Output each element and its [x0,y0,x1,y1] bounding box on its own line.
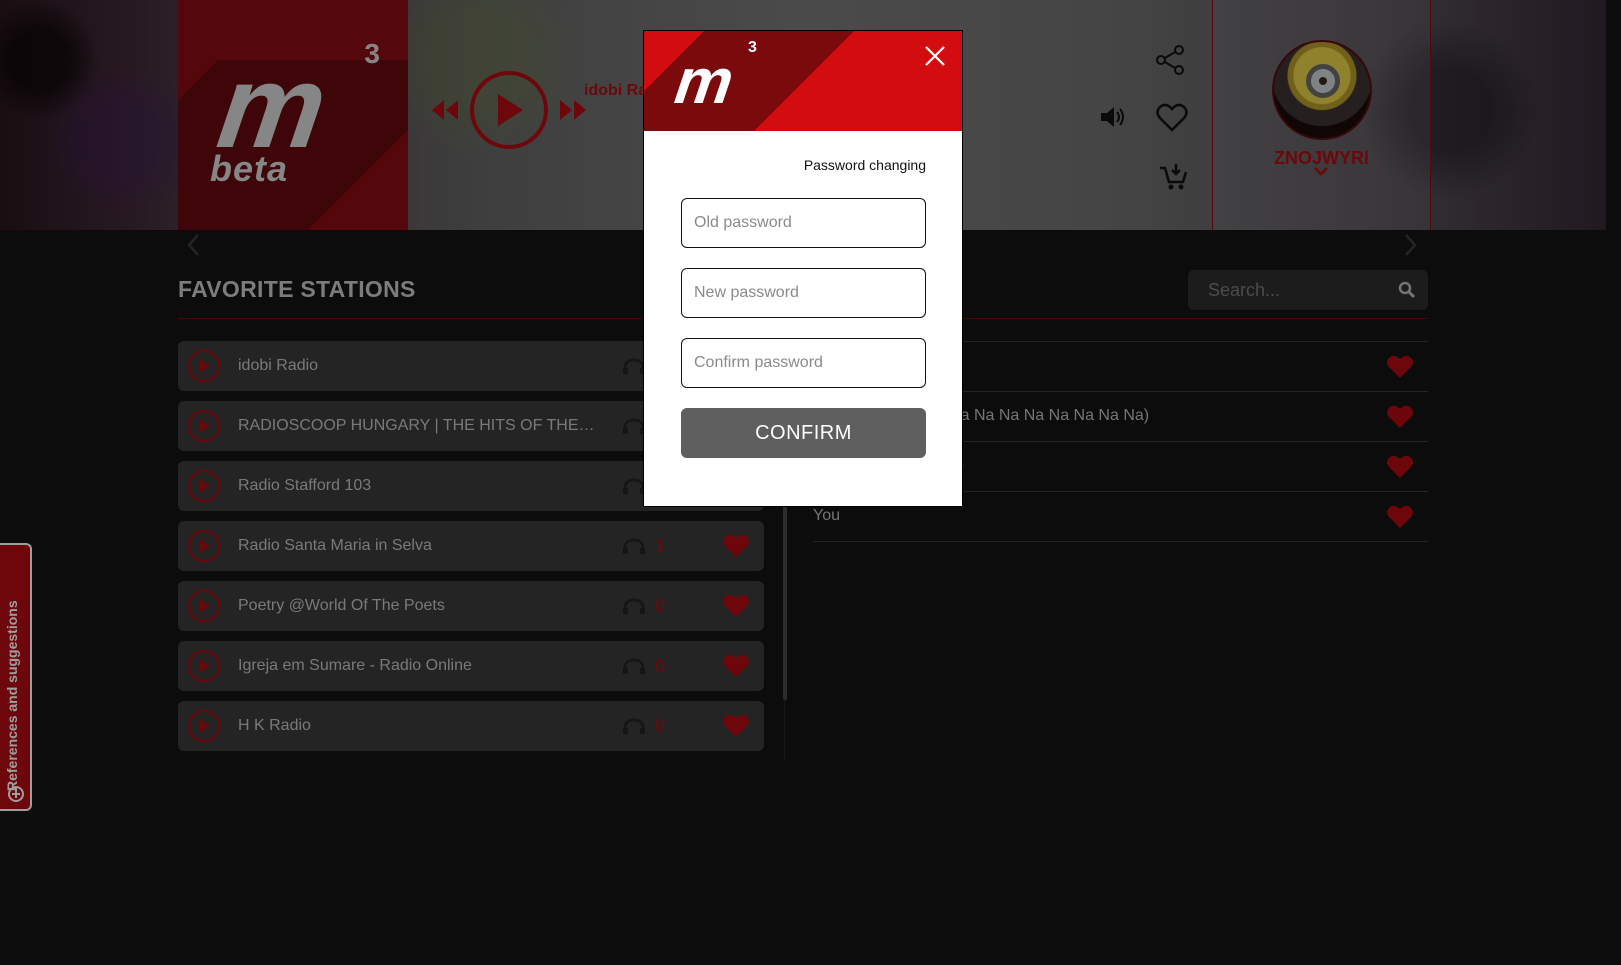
modal-header: m 3 [644,31,962,131]
confirm-button[interactable]: CONFIRM [681,408,926,458]
old-password-field[interactable] [681,198,926,248]
modal-logo-superscript: 3 [748,39,757,56]
new-password-field[interactable] [681,268,926,318]
modal-logo-glyph: m [670,45,735,117]
modal-logo: m 3 [671,39,786,125]
close-icon[interactable] [924,45,946,67]
modal-subtitle: Password changing [803,157,926,173]
password-change-modal: m 3 Password changing CONFIRM [643,30,963,507]
confirm-password-field[interactable] [681,338,926,388]
